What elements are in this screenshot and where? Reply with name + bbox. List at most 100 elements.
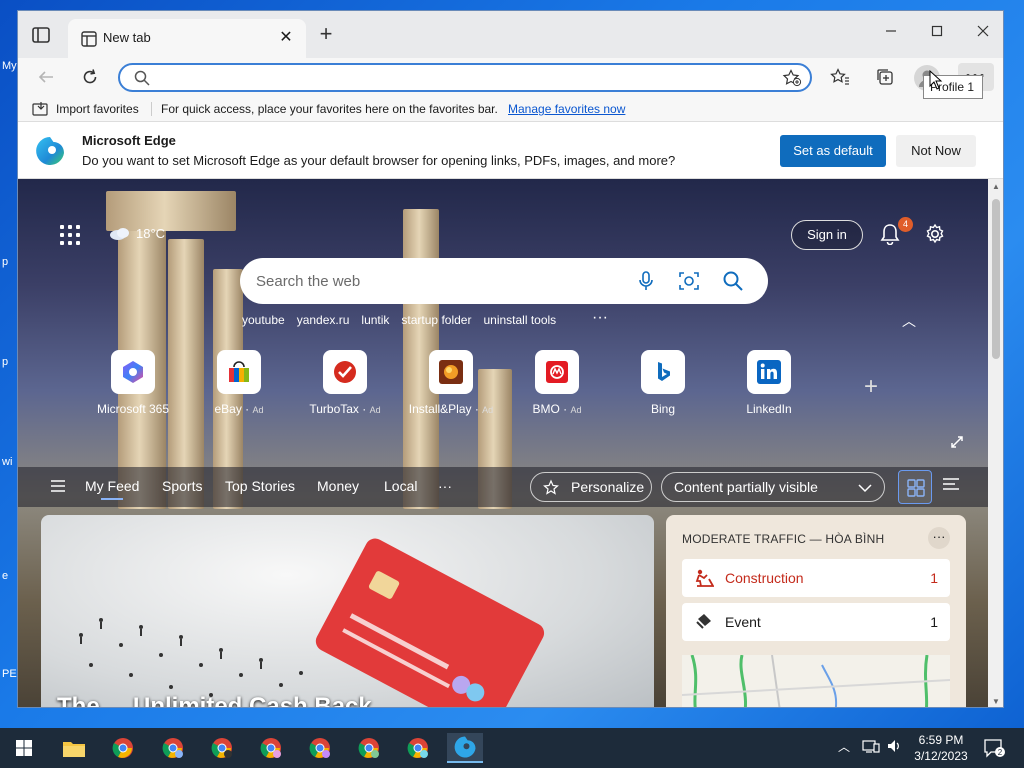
scrollbar-thumb[interactable] <box>992 199 1000 359</box>
tab-sports[interactable]: Sports <box>162 478 202 494</box>
feed-card-main[interactable]: The ... Unlimited Cash Back <box>41 515 654 707</box>
chevron-up-icon[interactable]: ︿ <box>902 311 916 331</box>
close-window-button[interactable] <box>960 11 1003 51</box>
desktop-icons-strip: My p p wi e PE <box>2 60 17 680</box>
list-layout-icon[interactable] <box>942 477 960 496</box>
windows-logo-icon <box>16 740 32 756</box>
trending-item[interactable]: yandex.ru <box>297 313 350 327</box>
edge-taskbar-icon[interactable] <box>447 733 483 763</box>
edge-logo-icon <box>34 135 66 167</box>
quick-link-label: Install&Play <box>408 402 472 416</box>
expand-icon[interactable] <box>950 435 964 452</box>
not-now-button[interactable]: Not Now <box>896 135 976 167</box>
back-button[interactable] <box>30 63 62 91</box>
page-settings-gear-icon[interactable] <box>924 223 946 248</box>
address-bar[interactable] <box>118 63 812 92</box>
visual-search-icon[interactable] <box>678 270 700 295</box>
card-image <box>79 538 545 707</box>
grid-view-button[interactable] <box>898 470 932 504</box>
microphone-icon[interactable] <box>636 270 656 295</box>
chrome-profile-taskbar-icon[interactable] <box>155 733 191 763</box>
content-visibility-dropdown[interactable]: Content partially visible <box>661 472 885 502</box>
tab-new-tab[interactable]: New tab ✕ <box>68 19 306 59</box>
traffic-row-construction[interactable]: Construction 1 <box>682 559 950 597</box>
traffic-title: MODERATE TRAFFIC — HÒA BÌNH <box>682 532 885 546</box>
collections-icon[interactable] <box>869 63 901 91</box>
infobar-message: Do you want to set Microsoft Edge as you… <box>82 153 676 168</box>
trending-item[interactable]: startup folder <box>401 313 471 327</box>
turbotax-check-icon <box>323 350 367 394</box>
network-icon[interactable] <box>862 738 880 757</box>
personalize-label: Personalize <box>571 479 645 495</box>
chrome-taskbar-icon[interactable] <box>105 733 141 763</box>
apps-launcher-icon[interactable] <box>60 225 80 245</box>
new-tab-button[interactable]: + <box>314 23 338 47</box>
weather-temp: 18°C <box>136 225 166 241</box>
trending-item[interactable]: uninstall tools <box>483 313 556 327</box>
minimize-button[interactable] <box>868 11 914 51</box>
search-submit-icon[interactable] <box>722 270 744 295</box>
feed-navigation-bar: My Feed Sports Top Stories Money Local ·… <box>18 467 988 507</box>
bmo-logo-icon <box>535 350 579 394</box>
favorites-bar: Import favorites For quick access, place… <box>18 96 1003 122</box>
manage-favorites-link[interactable]: Manage favorites now <box>508 102 625 116</box>
chrome-profile-taskbar-icon[interactable] <box>204 733 240 763</box>
page-scrollbar[interactable]: ▲ ▼ <box>988 179 1003 707</box>
import-favorites-button[interactable]: Import favorites <box>56 102 139 116</box>
chrome-profile-taskbar-icon[interactable] <box>302 733 338 763</box>
quick-link-install-play[interactable]: Install&Play · Ad <box>401 350 501 416</box>
tab-actions-icon[interactable] <box>30 25 52 45</box>
tab-top-stories[interactable]: Top Stories <box>225 478 295 494</box>
tab-local[interactable]: Local <box>384 478 417 494</box>
tab-my-feed[interactable]: My Feed <box>85 478 139 500</box>
close-tab-icon[interactable]: ✕ <box>276 28 296 48</box>
trending-item[interactable]: youtube <box>242 313 285 327</box>
traffic-more-icon[interactable]: ··· <box>928 527 950 549</box>
favorites-hint: For quick access, place your favorites h… <box>161 102 498 116</box>
construction-icon <box>694 569 715 590</box>
file-explorer-taskbar-icon[interactable] <box>56 733 92 763</box>
notification-center-icon[interactable]: 2 <box>984 738 1006 761</box>
chevron-up-tray-icon[interactable]: ︿ <box>838 738 850 755</box>
traffic-row-event[interactable]: Event 1 <box>682 603 950 641</box>
sign-in-button[interactable]: Sign in <box>791 220 863 250</box>
quick-link-bmo[interactable]: BMO · Ad <box>507 350 607 416</box>
quick-link-turbotax[interactable]: TurboTax · Ad <box>295 350 395 416</box>
maximize-button[interactable] <box>914 11 960 51</box>
add-favorite-icon[interactable] <box>782 69 802 90</box>
volume-icon[interactable] <box>886 738 902 757</box>
quick-link-linkedin[interactable]: LinkedIn <box>719 350 819 416</box>
traffic-map[interactable] <box>681 654 951 707</box>
tab-title: New tab <box>103 30 151 45</box>
set-as-default-button[interactable]: Set as default <box>780 135 886 167</box>
system-clock[interactable]: 6:59 PM 3/12/2023 <box>906 732 976 764</box>
chrome-profile-taskbar-icon[interactable] <box>351 733 387 763</box>
scroll-up-icon[interactable]: ▲ <box>992 182 1000 191</box>
favorites-icon[interactable] <box>824 63 856 91</box>
install-play-game-icon <box>429 350 473 394</box>
refresh-button[interactable] <box>74 63 106 91</box>
quick-link-microsoft-365[interactable]: Microsoft 365 <box>83 350 183 416</box>
quick-link-label: TurboTax <box>309 402 359 416</box>
ebay-bag-icon <box>217 350 261 394</box>
personalize-button[interactable]: Personalize <box>530 472 652 502</box>
chrome-profile-taskbar-icon[interactable] <box>253 733 289 763</box>
traffic-count: 1 <box>930 614 938 630</box>
ad-label: Ad <box>482 405 494 415</box>
trending-item[interactable]: luntik <box>361 313 389 327</box>
weather-widget[interactable]: 18°C <box>108 225 165 241</box>
scroll-down-icon[interactable]: ▼ <box>992 697 1000 706</box>
tab-money[interactable]: Money <box>317 478 359 494</box>
feed-menu-icon[interactable] <box>50 479 66 496</box>
traffic-label: Event <box>725 614 761 630</box>
search-placeholder: Search the web <box>256 273 361 290</box>
more-trending-icon[interactable]: ··· <box>592 309 608 327</box>
quick-link-ebay[interactable]: eBay · Ad <box>189 350 289 416</box>
chrome-profile-taskbar-icon[interactable] <box>400 733 436 763</box>
quick-link-bing[interactable]: Bing <box>613 350 713 416</box>
web-search-box[interactable]: Search the web <box>240 258 768 304</box>
add-quick-link-button[interactable]: + <box>864 373 878 401</box>
start-button[interactable] <box>6 733 42 763</box>
traffic-label: Construction <box>725 570 804 586</box>
more-tabs-icon[interactable]: ··· <box>438 478 452 494</box>
